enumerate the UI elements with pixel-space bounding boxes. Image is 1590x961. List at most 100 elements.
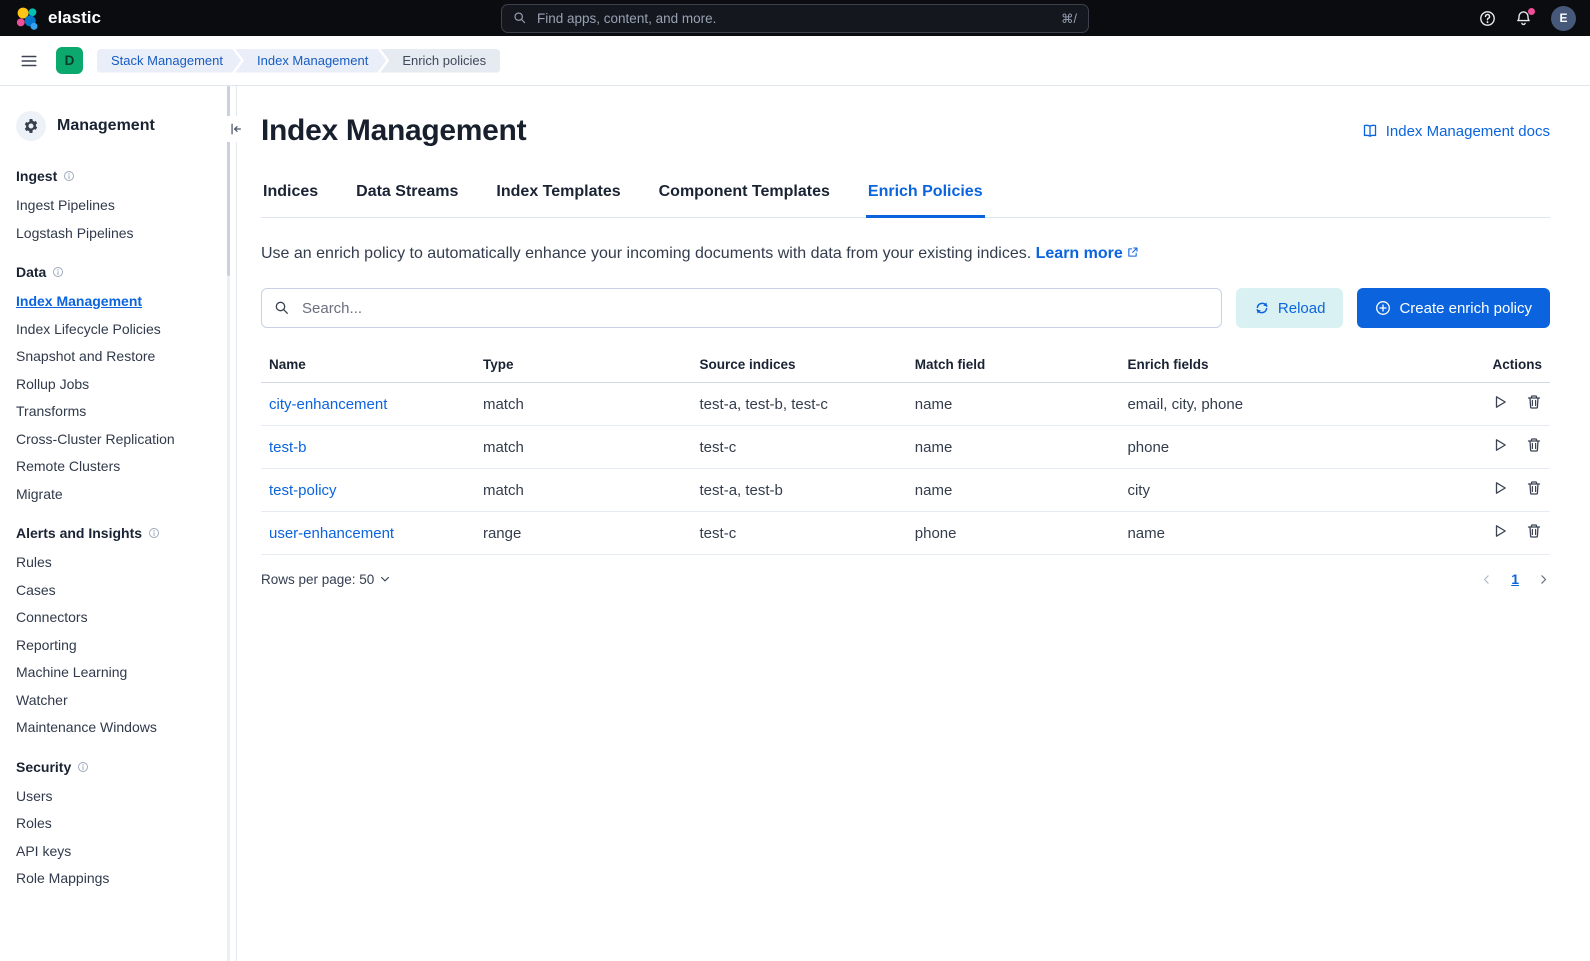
sidebar-item-cross-cluster-replication[interactable]: Cross-Cluster Replication	[0, 426, 236, 454]
page-number-1[interactable]: 1	[1511, 571, 1519, 587]
sidebar-item-watcher[interactable]: Watcher	[0, 687, 236, 715]
tab-enrich-policies[interactable]: Enrich Policies	[866, 182, 985, 218]
delete-policy-button[interactable]	[1526, 523, 1542, 542]
notifications-button[interactable]	[1515, 10, 1532, 27]
breadcrumb-stack-management[interactable]: Stack Management	[97, 49, 241, 73]
tab-data-streams[interactable]: Data Streams	[354, 182, 460, 218]
pagination: 1	[1480, 571, 1550, 587]
table-header-row: Name Type Source indices Match field Enr…	[261, 354, 1550, 383]
sidebar-item-rules[interactable]: Rules	[0, 549, 236, 577]
tab-component-templates[interactable]: Component Templates	[657, 182, 832, 218]
trash-icon	[1526, 437, 1542, 453]
search-icon	[513, 11, 527, 25]
search-shortcut-hint: ⌘/	[1061, 11, 1077, 26]
info-icon	[63, 170, 75, 182]
policy-source-indices: test-c	[692, 426, 907, 469]
sidebar-header: Management	[0, 86, 236, 151]
sidebar-item-ingest-pipelines[interactable]: Ingest Pipelines	[0, 192, 236, 220]
help-icon	[1479, 10, 1496, 27]
delete-policy-button[interactable]	[1526, 394, 1542, 413]
sidebar-item-machine-learning[interactable]: Machine Learning	[0, 659, 236, 687]
help-button[interactable]	[1479, 10, 1496, 27]
trash-icon	[1526, 480, 1542, 496]
tab-bar: Indices Data Streams Index Templates Com…	[261, 182, 1550, 218]
breadcrumb-index-management[interactable]: Index Management	[235, 49, 386, 73]
reload-button[interactable]: Reload	[1236, 288, 1344, 328]
policy-enrich-fields: city	[1119, 469, 1462, 512]
execute-policy-button[interactable]	[1492, 437, 1508, 456]
table-footer: Rows per page: 50 1	[261, 571, 1550, 587]
policy-name-link[interactable]: user-enhancement	[269, 525, 394, 542]
policy-name-link[interactable]: test-b	[269, 439, 307, 456]
management-icon-chip	[16, 111, 46, 141]
trash-icon	[1526, 523, 1542, 539]
sidebar-item-migrate[interactable]: Migrate	[0, 481, 236, 509]
tab-indices[interactable]: Indices	[261, 182, 320, 218]
chevron-right-icon	[1537, 573, 1550, 586]
tab-index-templates[interactable]: Index Templates	[494, 182, 622, 218]
space-avatar[interactable]: D	[56, 47, 83, 74]
delete-policy-button[interactable]	[1526, 437, 1542, 456]
policy-search-input[interactable]	[261, 288, 1222, 328]
execute-policy-button[interactable]	[1492, 523, 1508, 542]
policy-match-field: name	[907, 426, 1120, 469]
sidebar-section-ingest: Ingest Ingest Pipelines Logstash Pipelin…	[0, 168, 236, 247]
rows-per-page-button[interactable]: Rows per page: 50	[261, 572, 391, 587]
policy-type: match	[475, 383, 692, 426]
learn-more-link[interactable]: Learn more	[1036, 245, 1123, 262]
sidebar-item-reporting[interactable]: Reporting	[0, 632, 236, 660]
column-header-type: Type	[475, 354, 692, 383]
sidebar-title: Management	[57, 117, 155, 135]
trash-icon	[1526, 394, 1542, 410]
sidebar-item-users[interactable]: Users	[0, 783, 236, 811]
global-search-input[interactable]	[535, 10, 1053, 27]
previous-page-button[interactable]	[1480, 573, 1493, 586]
user-avatar[interactable]: E	[1551, 6, 1576, 31]
sidebar-item-cases[interactable]: Cases	[0, 577, 236, 605]
header-actions: E	[1479, 6, 1576, 31]
policy-match-field: name	[907, 469, 1120, 512]
sidebar-item-index-lifecycle-policies[interactable]: Index Lifecycle Policies	[0, 316, 236, 344]
sidebar-heading-data: Data	[16, 264, 46, 280]
collapse-nav-icon	[229, 121, 243, 137]
sidebar-item-maintenance-windows[interactable]: Maintenance Windows	[0, 714, 236, 742]
table-row: test-policy match test-a, test-b name ci…	[261, 469, 1550, 512]
play-icon	[1492, 523, 1508, 539]
policy-match-field: phone	[907, 512, 1120, 555]
sidebar-item-role-mappings[interactable]: Role Mappings	[0, 865, 236, 893]
next-page-button[interactable]	[1537, 573, 1550, 586]
create-enrich-policy-button[interactable]: Create enrich policy	[1357, 288, 1550, 328]
info-icon	[77, 761, 89, 773]
execute-policy-button[interactable]	[1492, 394, 1508, 413]
policy-match-field: name	[907, 383, 1120, 426]
sidebar-heading-security: Security	[16, 759, 71, 775]
execute-policy-button[interactable]	[1492, 480, 1508, 499]
sidebar-item-api-keys[interactable]: API keys	[0, 838, 236, 866]
elastic-home-link[interactable]: elastic	[14, 6, 101, 31]
column-header-source-indices: Source indices	[692, 354, 907, 383]
management-sidebar: Management Ingest Ingest Pipelines Logst…	[0, 86, 237, 961]
policy-name-link[interactable]: test-policy	[269, 482, 337, 499]
sidebar-item-rollup-jobs[interactable]: Rollup Jobs	[0, 371, 236, 399]
sidebar-item-roles[interactable]: Roles	[0, 810, 236, 838]
policy-name-link[interactable]: city-enhancement	[269, 396, 387, 413]
sidebar-scrollbar[interactable]	[227, 86, 230, 961]
sidebar-item-connectors[interactable]: Connectors	[0, 604, 236, 632]
index-management-docs-link[interactable]: Index Management docs	[1362, 123, 1550, 140]
table-row: city-enhancement match test-a, test-b, t…	[261, 383, 1550, 426]
sidebar-item-index-management[interactable]: Index Management	[0, 288, 236, 316]
play-icon	[1492, 480, 1508, 496]
table-row: test-b match test-c name phone	[261, 426, 1550, 469]
policy-source-indices: test-a, test-b	[692, 469, 907, 512]
sidebar-item-snapshot-and-restore[interactable]: Snapshot and Restore	[0, 343, 236, 371]
policy-source-indices: test-a, test-b, test-c	[692, 383, 907, 426]
delete-policy-button[interactable]	[1526, 480, 1542, 499]
policy-enrich-fields: email, city, phone	[1119, 383, 1462, 426]
breadcrumb-enrich-policies: Enrich policies	[380, 49, 500, 73]
sidebar-item-transforms[interactable]: Transforms	[0, 398, 236, 426]
collapse-sidebar-button[interactable]	[223, 116, 249, 142]
global-search-bar[interactable]: ⌘/	[501, 4, 1089, 33]
sidebar-item-remote-clusters[interactable]: Remote Clusters	[0, 453, 236, 481]
sidebar-item-logstash-pipelines[interactable]: Logstash Pipelines	[0, 220, 236, 248]
menu-button[interactable]	[16, 48, 42, 74]
